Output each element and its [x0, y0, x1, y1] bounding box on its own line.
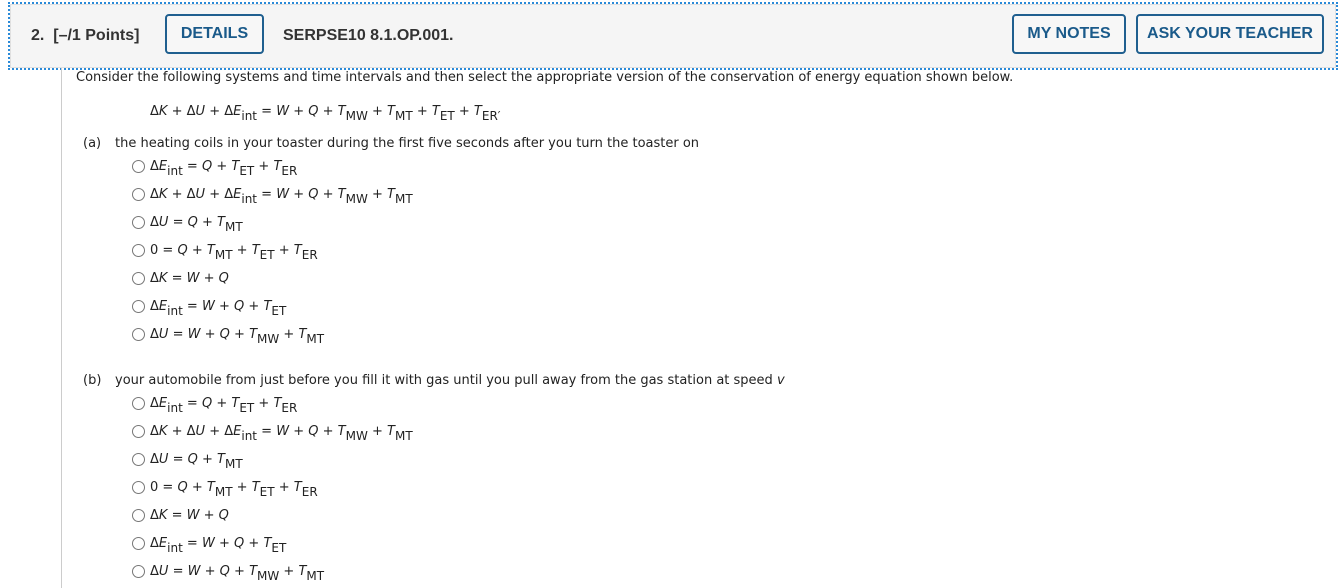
radio-button[interactable]	[132, 272, 145, 285]
ask-your-teacher-button[interactable]: ASK YOUR TEACHER	[1136, 14, 1324, 54]
radio-button[interactable]	[132, 565, 145, 578]
part-b-prompt: (b) your automobile from just before you …	[83, 373, 785, 388]
answer-option[interactable]: ΔEint = W + Q + TET	[132, 299, 287, 318]
option-equation: ΔK + ΔU + ΔEint = W + Q + TMW + TMT	[150, 187, 413, 206]
option-equation: 0 = Q + TMT + TET + TER	[150, 243, 318, 262]
speed-variable: v	[776, 373, 785, 388]
my-notes-button[interactable]: MY NOTES	[1012, 14, 1126, 54]
option-equation: ΔU = W + Q + TMW + TMT	[150, 327, 325, 346]
option-equation: ΔEint = W + Q + TET	[150, 536, 287, 555]
radio-button[interactable]	[132, 216, 145, 229]
part-prompt-text: your automobile from just before you fil…	[115, 373, 773, 388]
radio-button[interactable]	[132, 188, 145, 201]
main-equation: ΔK + ΔU + ΔEint = W + Q + TMW + TMT + TE…	[150, 104, 501, 123]
radio-button[interactable]	[132, 300, 145, 313]
radio-button[interactable]	[132, 244, 145, 257]
answer-option[interactable]: ΔU = W + Q + TMW + TMT	[132, 564, 325, 583]
radio-button[interactable]	[132, 453, 145, 466]
question-intro: Consider the following systems and time …	[76, 70, 1014, 85]
part-tag: (a)	[83, 136, 102, 151]
option-equation: ΔU = W + Q + TMW + TMT	[150, 564, 325, 583]
answer-option[interactable]: ΔK + ΔU + ΔEint = W + Q + TMW + TMT	[132, 424, 413, 443]
details-button[interactable]: DETAILS	[165, 14, 264, 54]
answer-option[interactable]: ΔK = W + Q	[132, 508, 229, 523]
answer-option[interactable]: ΔEint = Q + TET + TER	[132, 159, 298, 178]
radio-button[interactable]	[132, 425, 145, 438]
radio-button[interactable]	[132, 160, 145, 173]
radio-button[interactable]	[132, 481, 145, 494]
answer-option[interactable]: ΔU = W + Q + TMW + TMT	[132, 327, 325, 346]
answer-option[interactable]: ΔU = Q + TMT	[132, 215, 243, 234]
answer-option[interactable]: ΔEint = Q + TET + TER	[132, 396, 298, 415]
part-prompt-text: the heating coils in your toaster during…	[115, 136, 700, 151]
answer-option[interactable]: ΔU = Q + TMT	[132, 452, 243, 471]
option-equation: ΔK + ΔU + ΔEint = W + Q + TMW + TMT	[150, 424, 413, 443]
answer-option[interactable]: 0 = Q + TMT + TET + TER	[132, 243, 318, 262]
radio-button[interactable]	[132, 537, 145, 550]
question-code: SERPSE10 8.1.OP.001.	[283, 27, 454, 44]
option-equation: ΔEint = Q + TET + TER	[150, 396, 298, 415]
option-equation: ΔEint = Q + TET + TER	[150, 159, 298, 178]
option-equation: ΔU = Q + TMT	[150, 215, 243, 234]
option-equation: ΔK = W + Q	[150, 508, 229, 523]
radio-button[interactable]	[132, 397, 145, 410]
part-a-prompt: (a) the heating coils in your toaster dur…	[83, 136, 699, 151]
answer-option[interactable]: ΔK = W + Q	[132, 271, 229, 286]
option-equation: ΔEint = W + Q + TET	[150, 299, 287, 318]
question-number-points: 2. [–/1 Points]	[31, 27, 140, 44]
option-equation: ΔU = Q + TMT	[150, 452, 243, 471]
answer-option[interactable]: ΔK + ΔU + ΔEint = W + Q + TMW + TMT	[132, 187, 413, 206]
part-tag: (b)	[83, 373, 102, 388]
radio-button[interactable]	[132, 328, 145, 341]
question-header: 2. [–/1 Points] DETAILS SERPSE10 8.1.OP.…	[8, 2, 1338, 70]
option-equation: 0 = Q + TMT + TET + TER	[150, 480, 318, 499]
radio-button[interactable]	[132, 509, 145, 522]
option-equation: ΔK = W + Q	[150, 271, 229, 286]
answer-option[interactable]: 0 = Q + TMT + TET + TER	[132, 480, 318, 499]
answer-option[interactable]: ΔEint = W + Q + TET	[132, 536, 287, 555]
